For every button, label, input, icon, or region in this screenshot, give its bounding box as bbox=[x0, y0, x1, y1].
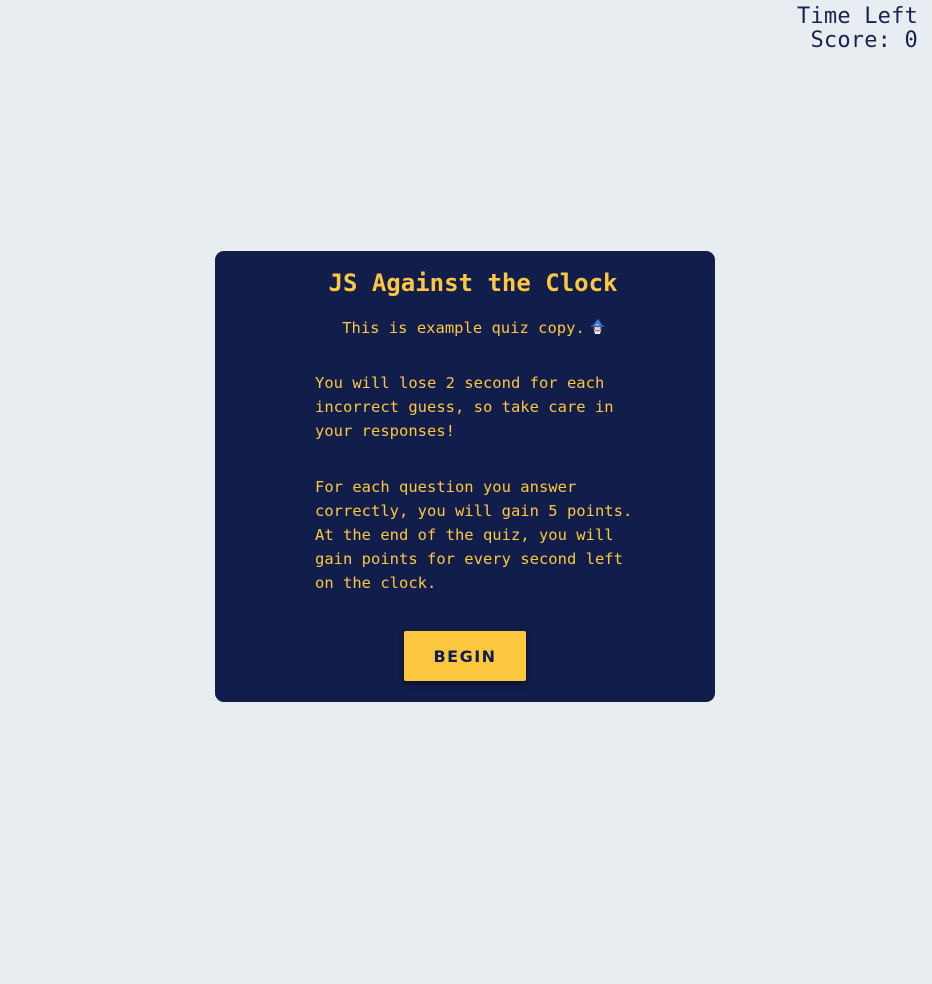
intro-line: This is example quiz copy. bbox=[215, 316, 715, 340]
quiz-title: JS Against the Clock bbox=[328, 269, 618, 297]
scoring-paragraph: For each question you answer correctly, … bbox=[315, 478, 633, 592]
wizard-emoji-icon bbox=[590, 319, 604, 334]
begin-button[interactable]: BEGIN bbox=[404, 631, 526, 681]
score-display: Score: 0 bbox=[810, 28, 918, 53]
quiz-intro-card: JS Against the Clock This is example qui… bbox=[215, 251, 715, 702]
status-panel: Time Left Score: 0 bbox=[797, 5, 918, 53]
time-left-label: Time Left bbox=[796, 4, 918, 29]
penalty-paragraph: You will lose 2 second for each incorrec… bbox=[315, 374, 614, 440]
intro-text: This is example quiz copy. bbox=[342, 319, 585, 337]
